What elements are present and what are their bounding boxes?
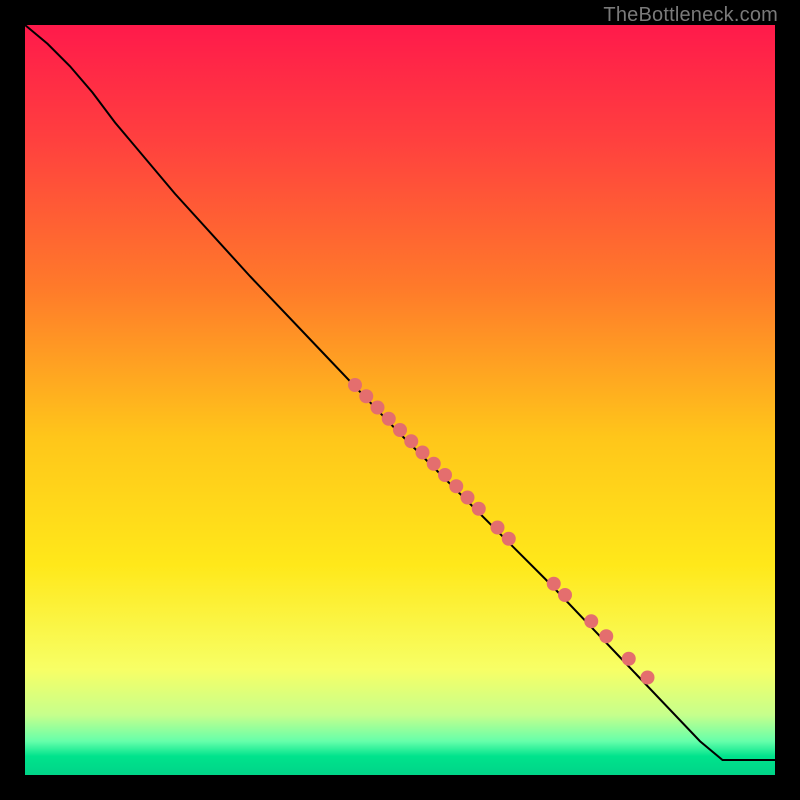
data-marker (472, 502, 486, 516)
chart-frame: TheBottleneck.com (0, 0, 800, 800)
data-marker (382, 412, 396, 426)
data-marker (502, 532, 516, 546)
data-marker (371, 401, 385, 415)
data-marker (348, 378, 362, 392)
data-marker (584, 614, 598, 628)
data-marker (393, 423, 407, 437)
chart-plot (25, 25, 775, 775)
data-marker (641, 671, 655, 685)
data-marker (359, 389, 373, 403)
data-marker (491, 521, 505, 535)
data-marker (427, 457, 441, 471)
data-marker (416, 446, 430, 460)
data-marker (438, 468, 452, 482)
watermark-text: TheBottleneck.com (603, 4, 778, 27)
data-marker (461, 491, 475, 505)
data-marker (449, 479, 463, 493)
data-marker (599, 629, 613, 643)
chart-background (25, 25, 775, 775)
data-marker (622, 652, 636, 666)
data-marker (404, 434, 418, 448)
data-marker (558, 588, 572, 602)
data-marker (547, 577, 561, 591)
